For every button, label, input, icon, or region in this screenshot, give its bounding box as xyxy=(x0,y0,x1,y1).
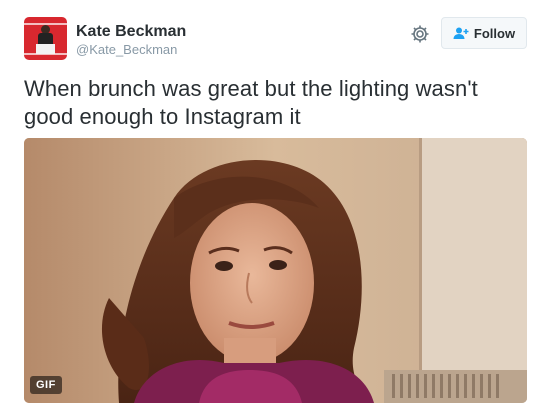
gif-still-image xyxy=(24,138,527,403)
avatar[interactable] xyxy=(24,17,67,60)
gear-icon[interactable] xyxy=(410,24,430,44)
gif-media[interactable]: GIF xyxy=(24,138,527,403)
follow-button[interactable]: Follow xyxy=(441,17,527,49)
avatar-figure-skirt xyxy=(36,44,55,54)
follow-label: Follow xyxy=(473,25,516,41)
user-info[interactable]: Kate Beckman @Kate_Beckman xyxy=(76,22,186,58)
gif-badge: GIF xyxy=(30,376,62,394)
add-user-icon xyxy=(453,27,469,39)
display-name[interactable]: Kate Beckman xyxy=(76,22,186,41)
tweet-text: When brunch was great but the lighting w… xyxy=(24,76,478,129)
tweet-card: Kate Beckman @Kate_Beckman Follow When b… xyxy=(0,0,551,410)
user-handle[interactable]: @Kate_Beckman xyxy=(76,42,186,58)
